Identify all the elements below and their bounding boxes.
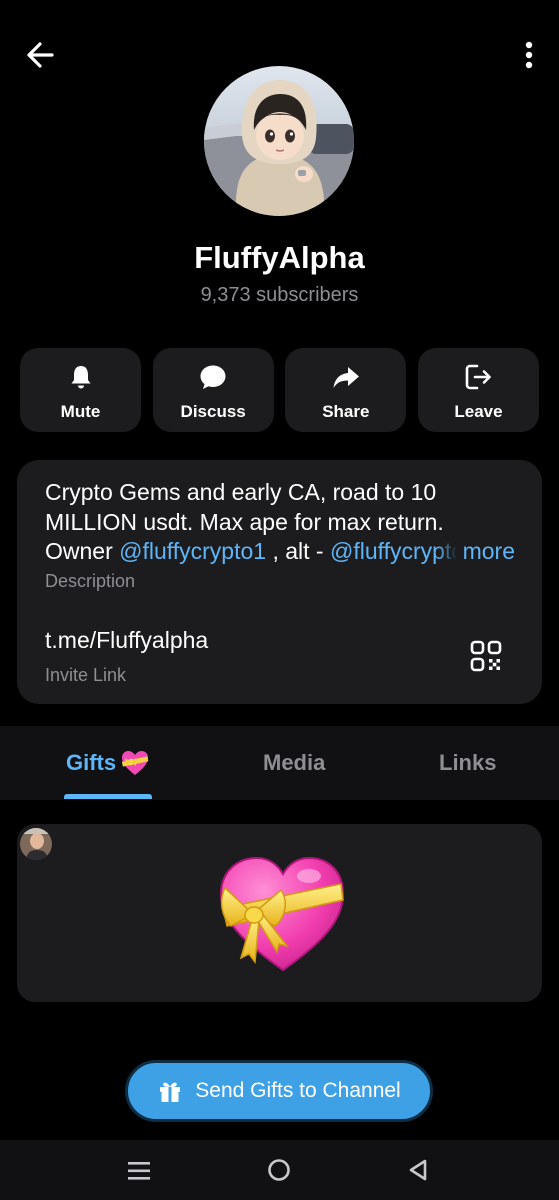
description-line: MILLION usdt. Max ape for max return.	[45, 508, 444, 535]
tab-gifts[interactable]: Gifts	[66, 726, 150, 800]
more-options-button[interactable]	[519, 36, 539, 74]
channel-avatar[interactable]	[204, 66, 354, 216]
share-label: Share	[322, 402, 370, 421]
more-link[interactable]: more	[436, 537, 515, 567]
channel-info-card: Crypto Gems and early CA, road to 10 MIL…	[17, 460, 542, 704]
recents-icon[interactable]	[126, 1158, 152, 1184]
description-alt-text: , alt -	[266, 538, 330, 564]
description-line: Owner @fluffycrypto1 , alt - @fluffycryp…	[45, 537, 515, 567]
description-owner-prefix: Owner	[45, 538, 120, 564]
share-button[interactable]: Share	[285, 348, 407, 432]
chat-bubble-icon	[200, 365, 226, 389]
tab-media[interactable]: Media	[263, 726, 325, 800]
channel-avatar-image	[204, 66, 354, 216]
discuss-label: Discuss	[180, 402, 246, 421]
gift-icon	[160, 1082, 181, 1102]
tab-links[interactable]: Links	[439, 726, 496, 800]
home-icon[interactable]	[266, 1157, 292, 1183]
send-gifts-button[interactable]: Send Gifts to Channel	[125, 1060, 433, 1122]
sender-avatar-image	[20, 828, 52, 860]
gift-card[interactable]	[17, 824, 542, 1002]
mute-label: Mute	[60, 402, 101, 421]
channel-name: FluffyAlpha	[194, 240, 365, 275]
invite-link-caption: Invite Link	[45, 665, 127, 685]
leave-icon	[466, 364, 492, 390]
description-caption: Description	[45, 571, 136, 591]
back-triangle-icon[interactable]	[405, 1157, 431, 1183]
send-gifts-label: Send Gifts to Channel	[195, 1079, 401, 1102]
tabs-bar: Gifts Media Links	[0, 726, 559, 800]
qr-code-button[interactable]	[470, 640, 502, 672]
gift-sender-avatar[interactable]	[20, 828, 52, 860]
channel-description[interactable]: Crypto Gems and early CA, road to 10 MIL…	[45, 478, 515, 567]
action-buttons-row: Mute Discuss Share Leave	[20, 348, 539, 432]
system-navigation-bar	[0, 1140, 559, 1200]
discuss-button[interactable]: Discuss	[152, 348, 274, 432]
subscriber-count: 9,373 subscribers	[200, 284, 359, 306]
vertical-dots-icon	[525, 41, 533, 69]
leave-label: Leave	[454, 402, 503, 421]
leave-button[interactable]: Leave	[417, 348, 539, 432]
tab-gifts-label: Gifts	[66, 750, 117, 775]
mute-button[interactable]: Mute	[20, 348, 141, 432]
invite-link[interactable]: t.me/Fluffyalpha	[45, 627, 208, 654]
heart-with-ribbon-icon	[121, 751, 149, 775]
back-button[interactable]	[22, 36, 60, 74]
arrow-left-icon	[27, 42, 54, 68]
qr-code-icon	[470, 640, 502, 672]
active-tab-indicator	[64, 794, 152, 799]
bell-icon	[71, 366, 90, 389]
heart-with-ribbon-icon	[219, 856, 345, 972]
share-arrow-icon	[333, 367, 359, 388]
mention-link-owner[interactable]: @fluffycrypto1	[119, 538, 266, 564]
description-line: Crypto Gems and early CA, road to 10	[45, 479, 437, 505]
